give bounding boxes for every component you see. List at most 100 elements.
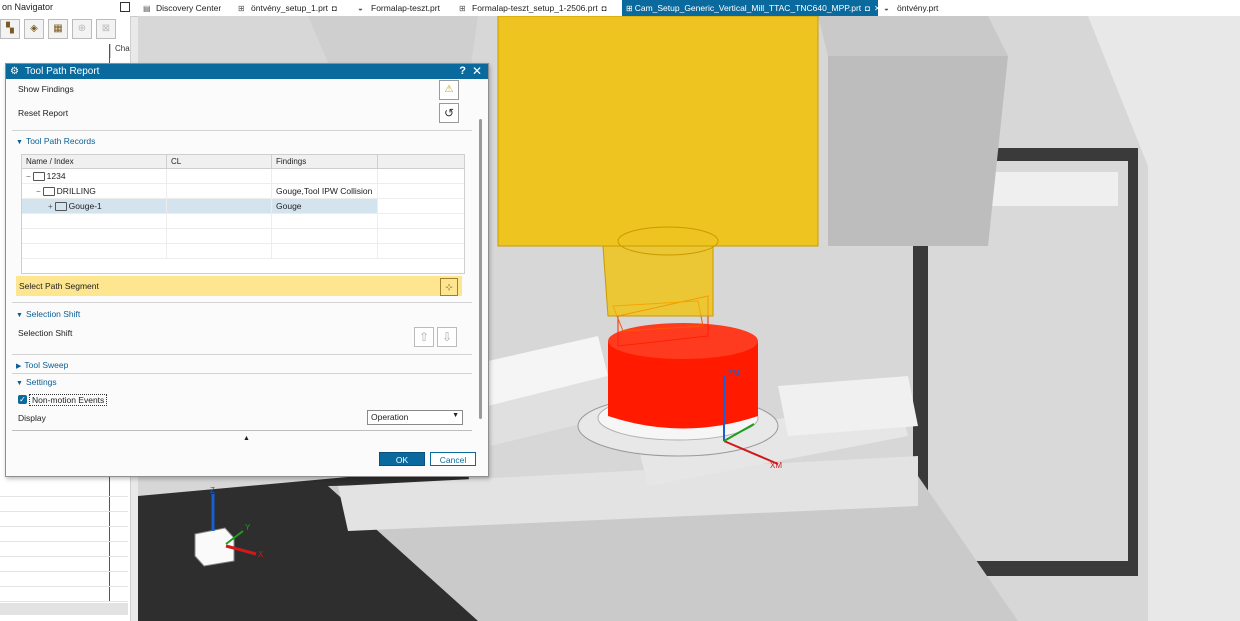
workpiece-top xyxy=(608,323,758,359)
cam-part-icon: ⊞ xyxy=(238,3,245,13)
tool-path-report-dialog: ⚙ Tool Path Report ? ✕ Show Findings ⚠ R… xyxy=(5,63,489,477)
list-item[interactable] xyxy=(0,527,128,542)
table-row[interactable]: − DRILLING Gouge,Tool IPW Collision xyxy=(22,184,464,199)
arrow-up-icon: ⇧ xyxy=(418,330,430,344)
findings-cell: Gouge,Tool IPW Collision xyxy=(272,184,378,198)
list-item[interactable] xyxy=(0,587,128,602)
list-item[interactable] xyxy=(0,572,128,587)
name-cell: + Gouge-1 xyxy=(22,199,167,213)
reset-report-button[interactable]: ↺ xyxy=(439,103,459,123)
divider xyxy=(12,430,472,431)
maximize-icon[interactable] xyxy=(120,2,130,12)
cl-cell xyxy=(167,169,272,183)
reset-icon: ↺ xyxy=(443,106,455,120)
chevron-down-icon: ▼ xyxy=(16,312,23,319)
navigator-rows xyxy=(0,482,128,602)
remove-view-icon[interactable]: ⊠ xyxy=(96,19,116,39)
selection-shift-header[interactable]: ▼ Selection Shift xyxy=(16,309,80,319)
tab-discovery-center[interactable]: ▤ Discovery Center xyxy=(143,0,221,16)
spare-cell xyxy=(378,199,464,213)
chevron-down-icon: ▼ xyxy=(16,380,23,387)
tool-path-records-header[interactable]: ▼ Tool Path Records xyxy=(16,136,95,146)
table-row-empty xyxy=(22,244,464,259)
close-tab-icon[interactable]: ✕ xyxy=(874,4,881,13)
table-row-empty xyxy=(22,214,464,229)
cl-cell xyxy=(167,184,272,198)
triad-x-label: X xyxy=(258,550,264,559)
select-path-segment-row[interactable]: Select Path Segment ⊹ xyxy=(16,276,462,296)
folder-icon xyxy=(32,172,45,182)
dialog-title-bar[interactable]: ⚙ Tool Path Report ? ✕ xyxy=(6,64,488,79)
display-select[interactable]: Operation ▼ xyxy=(367,410,463,425)
tool-holder xyxy=(602,245,714,317)
modified-icon: ◘ xyxy=(332,3,337,13)
tab-formalap-teszt[interactable]: ◒ Formalap-teszt.prt xyxy=(358,0,440,16)
dialog-title: Tool Path Report xyxy=(24,66,100,77)
add-view-icon[interactable]: ⊕ xyxy=(72,19,92,39)
list-item[interactable] xyxy=(0,497,128,512)
list-item[interactable] xyxy=(0,557,128,572)
tab-cam-setup-active[interactable]: ⊞ Cam_Setup_Generic_Vertical_Mill_TTAC_TN… xyxy=(622,0,881,16)
program-view-icon[interactable]: ▚ xyxy=(0,19,20,39)
column-spare xyxy=(378,155,464,168)
cl-cell xyxy=(167,199,272,213)
ram-shadow xyxy=(828,56,1008,246)
collapse-toggle[interactable]: − xyxy=(36,187,41,196)
expand-toggle[interactable]: + xyxy=(48,202,53,211)
dialog-scrollbar[interactable] xyxy=(479,119,482,419)
list-item[interactable] xyxy=(0,482,128,497)
triad-y-label: Y xyxy=(245,523,251,532)
collapse-dialog-icon[interactable]: ▲ xyxy=(243,435,250,442)
show-findings-button[interactable]: ⚠ xyxy=(439,80,459,100)
column-name[interactable]: Name / Index xyxy=(22,155,167,168)
horizontal-scrollbar[interactable] xyxy=(0,603,128,615)
arrow-down-icon: ⇩ xyxy=(441,330,453,344)
select-segment-icon[interactable]: ⊹ xyxy=(440,278,458,296)
table-row[interactable]: −1234 xyxy=(22,169,464,184)
tab-ontveny[interactable]: ◒ öntvény.prt xyxy=(884,0,938,16)
modified-icon: ◘ xyxy=(601,3,607,13)
column-findings[interactable]: Findings xyxy=(272,155,378,168)
chevron-right-icon: ▶ xyxy=(16,363,22,370)
close-icon[interactable]: ✕ xyxy=(472,64,482,78)
settings-header[interactable]: ▼ Settings xyxy=(16,377,57,387)
table-row-empty xyxy=(22,229,464,244)
spindle-head xyxy=(497,16,819,247)
column-cl[interactable]: CL xyxy=(167,155,272,168)
tool-sweep-header[interactable]: ▶ Tool Sweep xyxy=(16,360,68,370)
geometry-view-icon[interactable]: ▦ xyxy=(48,19,68,39)
list-item[interactable] xyxy=(0,512,128,527)
divider xyxy=(12,373,472,374)
spare-cell xyxy=(378,184,464,198)
tab-formalap-setup[interactable]: ⊞ Formalap-teszt_setup_1-2506.prt ◘ xyxy=(459,0,607,16)
list-item[interactable] xyxy=(0,542,128,557)
shift-down-button[interactable]: ⇩ xyxy=(437,327,457,347)
tool-path-records-table: Name / Index CL Findings −1234 − DRILLING… xyxy=(21,154,465,274)
non-motion-events-checkbox[interactable]: ✓ xyxy=(18,395,27,404)
reset-report-label: Reset Report xyxy=(18,108,69,118)
divider xyxy=(12,354,472,355)
modified-icon: ◘ xyxy=(865,3,870,13)
non-motion-events-label[interactable]: Non-motion Events xyxy=(29,394,108,406)
select-path-segment-label: Select Path Segment xyxy=(19,281,99,291)
folder-icon xyxy=(42,187,55,197)
ok-button[interactable]: OK xyxy=(379,452,425,466)
tool-view-icon[interactable]: ◈ xyxy=(24,19,44,39)
table-row-selected[interactable]: + Gouge-1 Gouge xyxy=(22,199,464,214)
name-cell: − DRILLING xyxy=(22,184,167,198)
display-label: Display xyxy=(18,413,46,423)
zm-label: ZM xyxy=(728,369,740,378)
shift-up-button[interactable]: ⇧ xyxy=(414,327,434,347)
chevron-down-icon: ▼ xyxy=(452,412,459,419)
collapse-toggle[interactable]: − xyxy=(26,172,31,181)
cancel-button[interactable]: Cancel xyxy=(430,452,476,466)
show-findings-label: Show Findings xyxy=(18,84,74,94)
tab-ontveny-setup[interactable]: ⊞ öntvény_setup_1.prt ◘ xyxy=(238,0,337,16)
help-icon[interactable]: ? xyxy=(459,65,466,77)
display-value: Operation xyxy=(371,412,409,422)
selection-shift-label: Selection Shift xyxy=(18,328,73,338)
book-icon: ▤ xyxy=(143,3,151,13)
document-tab-bar: on Navigator ▤ Discovery Center ⊞ öntvény_… xyxy=(0,0,1240,17)
column-header: Cha xyxy=(110,44,130,58)
navigator-title: on Navigator xyxy=(2,2,54,12)
